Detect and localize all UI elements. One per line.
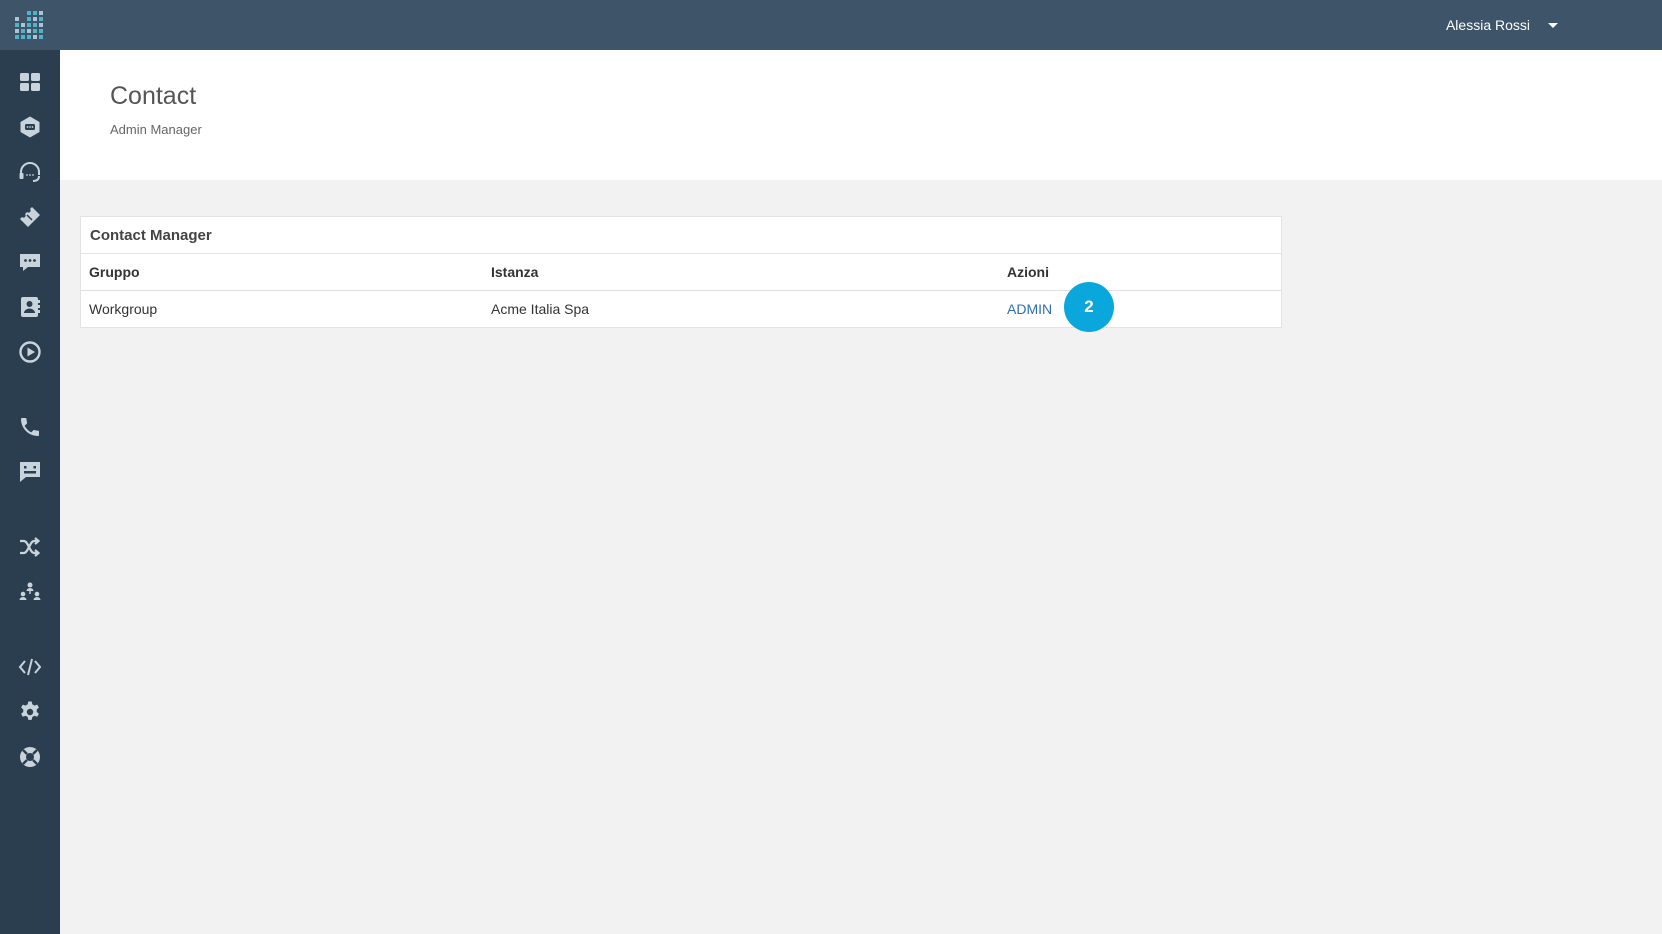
lifebuoy-icon: [20, 747, 40, 767]
message-icon: [20, 462, 40, 482]
dashboard-icon: [20, 73, 40, 91]
user-menu[interactable]: Alessia Rossi: [1446, 0, 1558, 50]
top-bar: Alessia Rossi: [0, 0, 1662, 50]
sidebar-item-contacts[interactable]: [0, 289, 60, 325]
page-subtitle: Admin Manager: [110, 122, 202, 137]
column-header-istanza: Istanza: [483, 254, 999, 291]
ticket-icon: [20, 207, 40, 227]
sidebar-item-chat-hub[interactable]: [0, 109, 60, 145]
sidebar-item-teams[interactable]: [0, 574, 60, 610]
sidebar-item-tickets[interactable]: [0, 199, 60, 235]
sidebar-item-settings[interactable]: [0, 694, 60, 730]
sidebar-item-agent[interactable]: [0, 154, 60, 190]
cell-gruppo: Workgroup: [89, 301, 158, 317]
headset-icon: [19, 162, 40, 182]
app-logo[interactable]: [0, 0, 60, 50]
sidebar-item-chat[interactable]: [0, 244, 60, 280]
user-name: Alessia Rossi: [1445, 17, 1530, 33]
step-badge: 2: [1064, 282, 1114, 332]
sidebar-item-phone[interactable]: [0, 409, 60, 445]
sidebar-item-developer[interactable]: [0, 649, 60, 685]
sidebar-item-support[interactable]: [0, 739, 60, 775]
chat-bubble-icon: [20, 254, 40, 271]
sidebar-item-media[interactable]: [0, 334, 60, 370]
sidebar: [0, 50, 60, 934]
team-icon: [19, 582, 41, 600]
shuffle-icon: [20, 537, 41, 557]
sidebar-item-messages[interactable]: [0, 454, 60, 490]
panel-title: Contact Manager: [81, 217, 1281, 254]
page-title: Contact: [110, 82, 197, 110]
caret-down-icon: [1548, 22, 1558, 28]
cell-istanza: Acme Italia Spa: [491, 301, 590, 317]
code-icon: [18, 658, 42, 676]
logo-icon: [15, 11, 43, 39]
admin-link[interactable]: ADMIN: [1007, 301, 1052, 317]
cell-azioni: ADMIN: [999, 291, 1281, 328]
sidebar-item-routing[interactable]: [0, 529, 60, 565]
gear-icon: [21, 701, 39, 720]
sidebar-item-dashboard[interactable]: [0, 64, 60, 100]
phone-icon: [21, 418, 39, 436]
page-header: Contact Admin Manager: [60, 50, 1662, 180]
play-circle-icon: [19, 341, 41, 363]
contact-book-icon: [21, 297, 40, 317]
column-header-azioni: Azioni: [999, 254, 1281, 291]
column-header-gruppo: Gruppo: [81, 254, 483, 291]
hexagon-chat-icon: [20, 116, 40, 138]
